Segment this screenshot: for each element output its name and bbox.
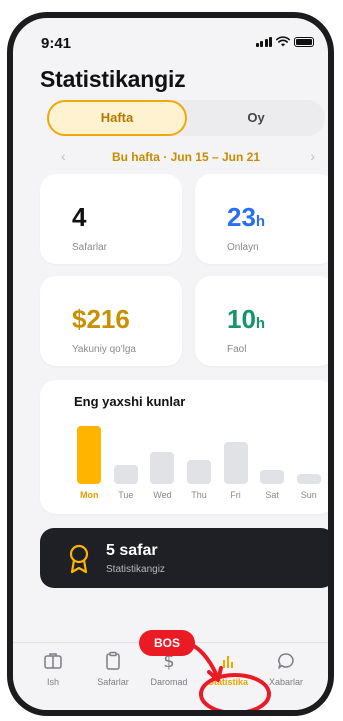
tab-label: Statistika: [207, 677, 249, 687]
period-segmented-control: Hafta Oy: [47, 100, 325, 136]
day-label: Mon: [80, 490, 99, 500]
briefcase-icon: [44, 653, 62, 669]
battery-icon: [294, 37, 314, 47]
day-label: Thu: [191, 490, 207, 500]
tab-safarlar[interactable]: Safarlar: [83, 651, 143, 701]
bar-mark: [150, 452, 175, 484]
status-bar: 9:41: [13, 18, 328, 58]
stat-value: $216: [72, 304, 130, 334]
bar-sun[interactable]: Sun: [296, 420, 323, 500]
page-title: Statistikangiz: [40, 66, 186, 92]
signal-icon: [255, 36, 272, 47]
stat-card-online[interactable]: 23h Onlayn: [195, 174, 328, 264]
tab-ish[interactable]: Ish: [23, 651, 83, 701]
stat-card-earnings[interactable]: $216 Yakuniy qo'lga: [40, 276, 182, 366]
medal-icon: [69, 544, 89, 574]
day-label: Sun: [300, 490, 317, 500]
achievement-banner[interactable]: 5 safar Statistikangiz: [40, 528, 328, 588]
bar-mark: [296, 473, 321, 484]
bar-mark: [113, 464, 138, 484]
status-time: 9:41: [41, 35, 72, 52]
stat-label: Onlayn: [227, 242, 259, 253]
bar-chart-icon: [223, 656, 233, 668]
day-label: Wed: [153, 490, 172, 500]
wifi-icon: [276, 36, 290, 47]
stat-value: 4: [72, 202, 87, 232]
app-screen: 9:41 Statistikangiz Hafta Oy ‹ Bu hafta …: [13, 18, 328, 710]
tab-label: Daromad: [150, 677, 188, 687]
week-navigator: ‹ Bu hafta · Jun 15 – Jun 21 ›: [47, 148, 325, 168]
bar-wed[interactable]: Wed: [150, 420, 176, 500]
day-label: Fri: [230, 490, 241, 500]
bar-thu[interactable]: Thu: [187, 420, 213, 500]
stat-label: Faol: [227, 344, 247, 355]
bar-mon[interactable]: Mon: [77, 420, 103, 500]
achievement-subtitle: Statistikangiz: [106, 564, 165, 575]
best-days-bar-chart: Mon Tue Wed Thu Fri Sat Sun: [72, 420, 328, 500]
achievement-title: 5 safar: [106, 542, 158, 559]
week-range-label: Bu hafta · Jun 15 – Jun 21: [111, 150, 261, 164]
bar-mark: [77, 426, 102, 484]
tab-statistika[interactable]: Statistika: [198, 651, 258, 701]
bar-mark: [260, 469, 285, 484]
bar-tue[interactable]: Tue: [113, 420, 140, 500]
tab-label: Xabarlar: [268, 677, 304, 687]
day-label: Sat: [265, 490, 279, 500]
stat-card-trips[interactable]: 4 Safarlar: [40, 174, 182, 264]
phone-frame: 9:41 Statistikangiz Hafta Oy ‹ Bu hafta …: [7, 12, 334, 716]
clipboard-icon: [106, 651, 120, 670]
stat-label: Safarlar: [72, 242, 108, 253]
tab-month[interactable]: Oy: [187, 100, 325, 136]
bar-mark: [223, 441, 248, 484]
next-week-chevron-icon[interactable]: ›: [310, 148, 315, 164]
status-icons: [255, 36, 314, 47]
best-days-title: Eng yaxshi kunlar: [74, 394, 186, 409]
tab-week[interactable]: Hafta: [47, 100, 187, 136]
tab-xabarlar[interactable]: Xabarlar: [256, 651, 316, 701]
tab-label: Safarlar: [97, 677, 129, 687]
bar-fri[interactable]: Fri: [223, 420, 250, 500]
chat-bubble-icon: [278, 653, 294, 669]
stat-value: 10h: [227, 304, 266, 334]
best-days-card: Eng yaxshi kunlar Mon Tue Wed Thu Fri Sat Sun: [40, 380, 328, 514]
bar-sat[interactable]: Sat: [260, 420, 286, 500]
bos-annotation-pill[interactable]: BOS: [139, 630, 195, 656]
bar-mark: [187, 459, 211, 484]
stat-card-active[interactable]: 10h Faol: [195, 276, 328, 366]
stat-label: Yakuniy qo'lga: [72, 344, 136, 355]
stat-value: 23h: [227, 202, 266, 232]
tab-daromad[interactable]: $ Daromad: [139, 651, 199, 701]
day-label: Tue: [118, 490, 134, 500]
tab-label: Ish: [46, 677, 59, 687]
